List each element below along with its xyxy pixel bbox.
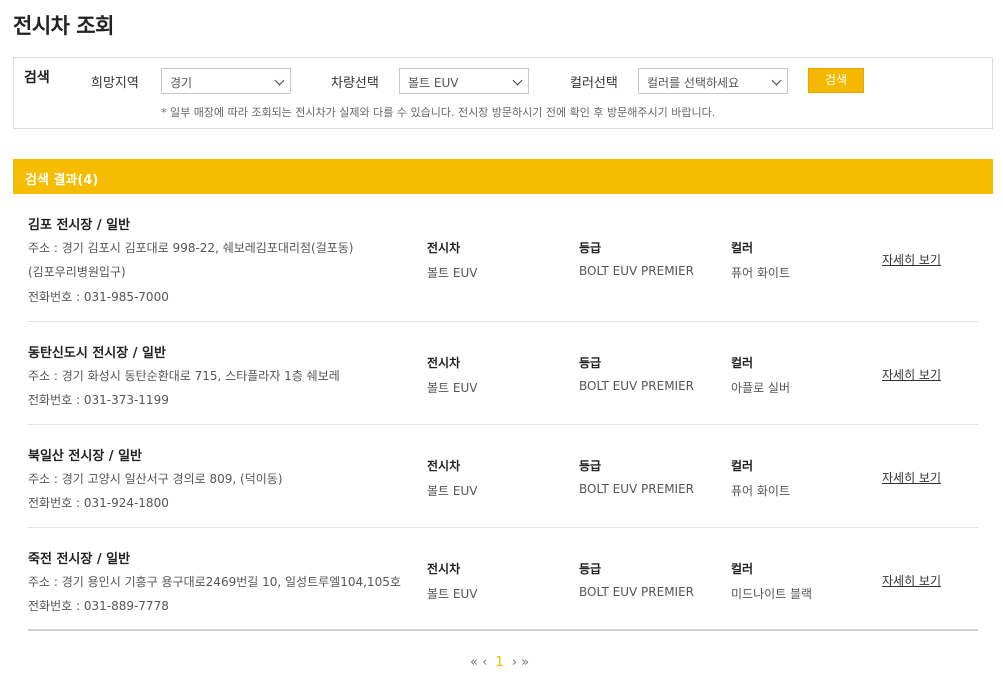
store-phone: 전화번호 : 031-889-7778 xyxy=(28,599,169,613)
color-value: 미드나이트 블랙 xyxy=(731,587,813,601)
grade-column-label: 등급 xyxy=(579,459,602,473)
color-column-label: 컬러 xyxy=(731,241,754,255)
chevron-down-icon xyxy=(771,75,782,86)
results-list: 김포 전시장 / 일반 주소 : 경기 김포시 김포대로 998-22, 쉐보레… xyxy=(28,194,978,631)
list-item: 김포 전시장 / 일반 주소 : 경기 김포시 김포대로 998-22, 쉐보레… xyxy=(28,194,978,322)
store-name: 북일산 전시장 / 일반 xyxy=(28,449,143,464)
color-column-label: 컬러 xyxy=(731,356,754,370)
grade-column-label: 등급 xyxy=(579,562,602,576)
store-name: 김포 전시장 / 일반 xyxy=(28,218,131,233)
store-address: 주소 : 경기 용인시 기흥구 용구대로2469번길 10, 일성트루엘104,… xyxy=(28,575,401,589)
region-select[interactable]: 경기 xyxy=(161,68,291,94)
store-address: 주소 : 경기 김포시 김포대로 998-22, 쉐보레김포대리점(걸포동) xyxy=(28,241,354,255)
notice-text: * 일부 매장에 따라 조회되는 전시차가 실제와 다를 수 있습니다. 전시장… xyxy=(161,106,716,119)
grade-value: BOLT EUV PREMIER xyxy=(579,482,695,496)
detail-link[interactable]: 자세히 보기 xyxy=(882,572,941,589)
chevron-down-icon xyxy=(274,75,285,86)
detail-link[interactable]: 자세히 보기 xyxy=(882,366,941,383)
search-label: 검색 xyxy=(24,70,50,86)
car-value: 볼트 EUV xyxy=(427,587,478,601)
color-value: 아플로 실버 xyxy=(731,381,791,395)
store-address: 주소 : 경기 고양시 일산서구 경의로 809, (덕이동) xyxy=(28,472,283,486)
detail-link[interactable]: 자세히 보기 xyxy=(882,469,941,486)
color-column-label: 컬러 xyxy=(731,459,754,473)
color-select[interactable]: 컬러를 선택하세요 xyxy=(638,68,788,94)
store-phone: 전화번호 : 031-985-7000 xyxy=(28,290,169,304)
car-select-value: 볼트 EUV xyxy=(408,76,459,90)
store-address: 주소 : 경기 화성시 동탄순환대로 715, 스타플라자 1층 쉐보레 xyxy=(28,369,340,383)
page-number-current[interactable]: 1 xyxy=(495,655,503,670)
car-column-label: 전시차 xyxy=(427,562,461,576)
car-value: 볼트 EUV xyxy=(427,484,478,498)
search-button[interactable]: 검색 xyxy=(808,68,864,93)
grade-value: BOLT EUV PREMIER xyxy=(579,585,695,599)
grade-column-label: 등급 xyxy=(579,356,602,370)
color-value: 퓨어 화이트 xyxy=(731,484,791,498)
pagination: « ‹ 1 › » xyxy=(470,655,529,670)
car-column-label: 전시차 xyxy=(427,241,461,255)
store-phone: 전화번호 : 031-924-1800 xyxy=(28,496,169,510)
color-column-label: 컬러 xyxy=(731,562,754,576)
results-header: 검색 결과(4) xyxy=(13,159,993,194)
car-value: 볼트 EUV xyxy=(427,266,478,280)
first-page-icon[interactable]: « xyxy=(470,655,478,670)
detail-link[interactable]: 자세히 보기 xyxy=(882,251,941,268)
grade-value: BOLT EUV PREMIER xyxy=(579,379,695,393)
page-title: 전시차 조회 xyxy=(13,14,114,38)
car-column-label: 전시차 xyxy=(427,356,461,370)
grade-column-label: 등급 xyxy=(579,241,602,255)
results-count: 검색 결과(4) xyxy=(25,173,99,188)
grade-value: BOLT EUV PREMIER xyxy=(579,264,695,278)
region-label: 희망지역 xyxy=(91,76,139,91)
last-page-icon[interactable]: » xyxy=(521,655,529,670)
store-name: 동탄신도시 전시장 / 일반 xyxy=(28,346,166,361)
store-address-line2: (김포우리병원입구) xyxy=(28,265,126,279)
prev-page-icon[interactable]: ‹ xyxy=(482,655,487,670)
list-item: 북일산 전시장 / 일반 주소 : 경기 고양시 일산서구 경의로 809, (… xyxy=(28,425,978,528)
store-name: 죽전 전시장 / 일반 xyxy=(28,552,131,567)
car-column-label: 전시차 xyxy=(427,459,461,473)
list-item: 동탄신도시 전시장 / 일반 주소 : 경기 화성시 동탄순환대로 715, 스… xyxy=(28,322,978,425)
next-page-icon[interactable]: › xyxy=(512,655,517,670)
car-value: 볼트 EUV xyxy=(427,381,478,395)
search-panel: 검색 희망지역 경기 차량선택 볼트 EUV 컬러선택 컬러를 선택하세요 검색… xyxy=(13,57,993,129)
car-label: 차량선택 xyxy=(331,76,379,91)
region-select-value: 경기 xyxy=(170,76,193,90)
color-label: 컬러선택 xyxy=(570,76,618,91)
list-item: 죽전 전시장 / 일반 주소 : 경기 용인시 기흥구 용구대로2469번길 1… xyxy=(28,528,978,631)
store-phone: 전화번호 : 031-373-1199 xyxy=(28,393,169,407)
color-value: 퓨어 화이트 xyxy=(731,266,791,280)
car-select[interactable]: 볼트 EUV xyxy=(399,68,529,94)
chevron-down-icon xyxy=(512,75,523,86)
color-select-placeholder: 컬러를 선택하세요 xyxy=(647,76,740,90)
